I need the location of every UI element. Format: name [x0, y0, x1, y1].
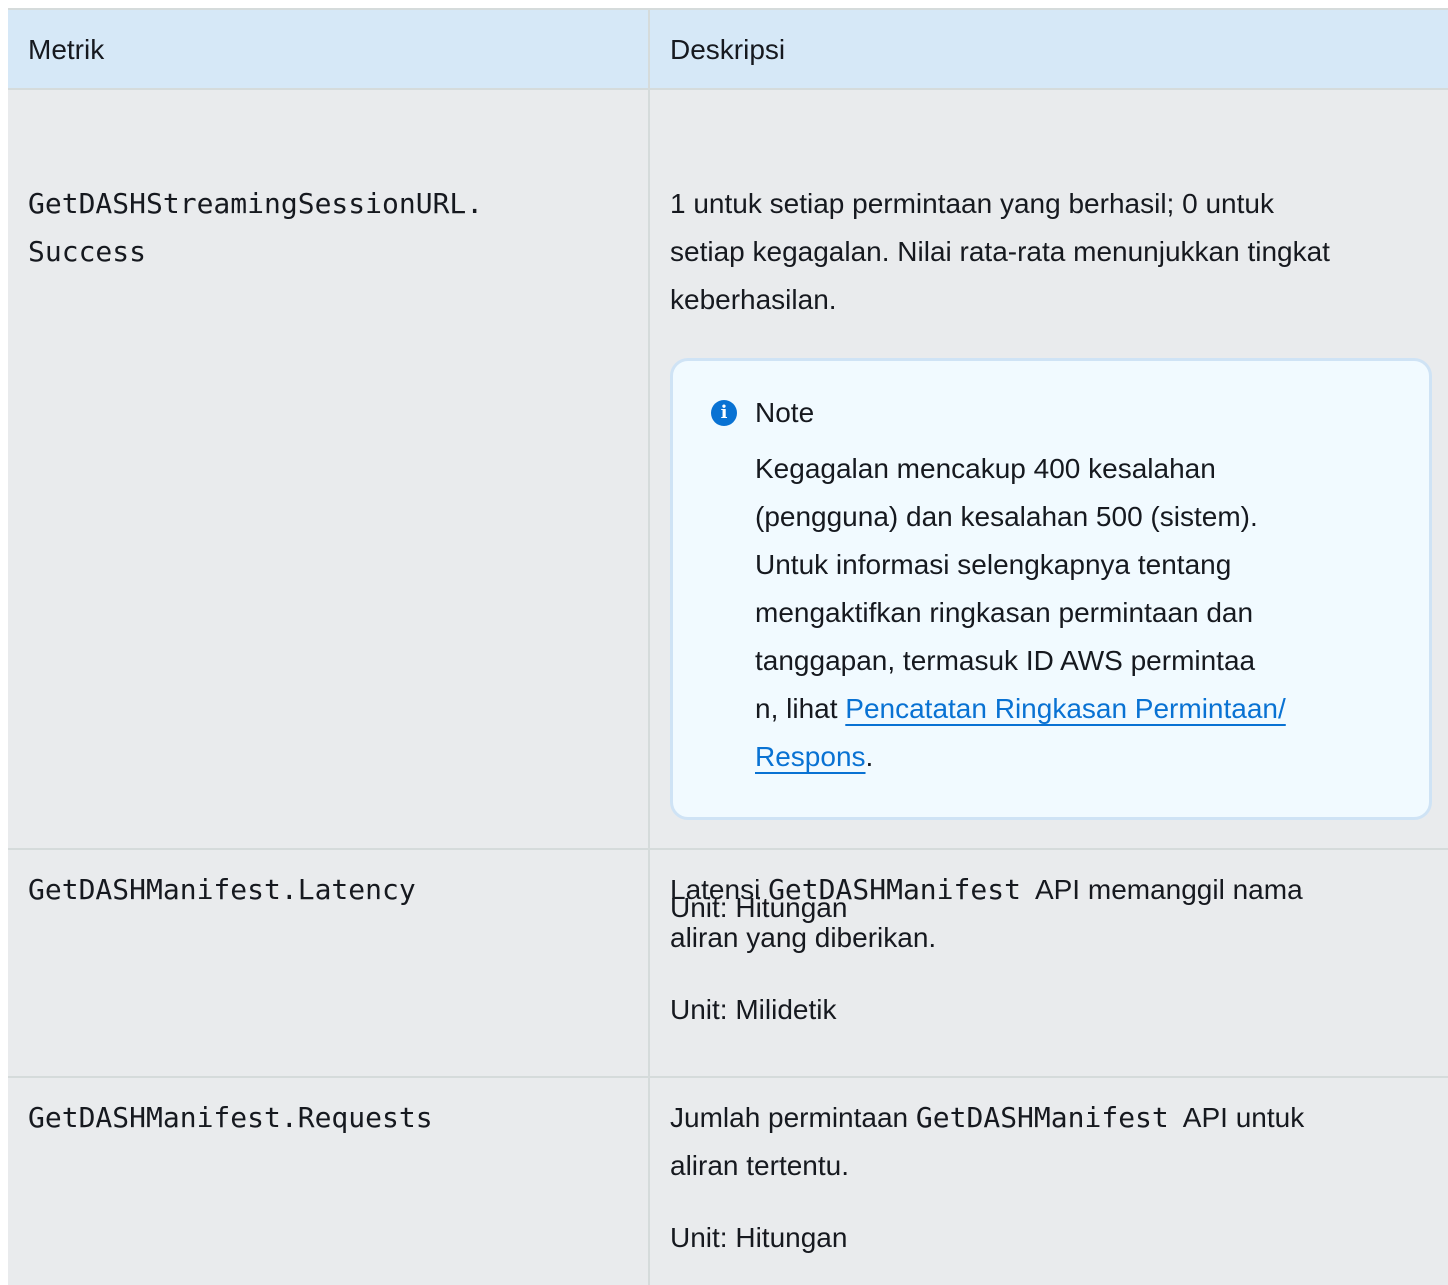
- description-line: aliran yang diberikan.: [670, 922, 937, 953]
- description-cell: 1 untuk setiap permintaan yang berhasil;…: [648, 90, 1448, 923]
- description-text: Jumlah permintaan GetDASHManifest API unt…: [670, 1078, 1428, 1190]
- table-row: GetDASHStreamingSessionURL. Success 1 un…: [8, 90, 1448, 923]
- request-summary-logging-link-continued[interactable]: Respons: [755, 741, 866, 772]
- metric-name: GetDASHManifest.Requests: [28, 1101, 433, 1134]
- metric-name: GetDASHStreamingSessionURL. Success: [28, 90, 628, 276]
- note-title: Note: [755, 397, 815, 428]
- note-text: .: [865, 741, 874, 772]
- description-text-part: API memanggil nama: [1034, 874, 1303, 905]
- metric-cell: GetDASHManifest.Requests: [8, 1078, 648, 1285]
- description-text-part: Jumlah permintaan: [670, 1102, 916, 1133]
- description-text: 1 untuk setiap permintaan yang berhasil;…: [670, 90, 1428, 324]
- column-header-metric: Metrik: [28, 34, 105, 65]
- metric-cell: GetDASHStreamingSessionURL. Success: [8, 90, 648, 848]
- description-text: Latensi GetDASHManifest API memanggil nam…: [670, 850, 1428, 962]
- description-text-part: API untuk: [1182, 1102, 1305, 1133]
- note-line: (pengguna) dan kesalahan 500 (sistem).: [755, 501, 1258, 532]
- description-line: Latensi GetDASHManifest API memanggil nam…: [670, 866, 1428, 914]
- note-line: Respons.: [755, 733, 1389, 781]
- metric-name: GetDASHManifest.Latency: [28, 873, 416, 906]
- request-summary-logging-link[interactable]: Pencatatan Ringkasan Permintaan/: [845, 693, 1286, 724]
- note-line: mengaktifkan ringkasan permintaan dan: [755, 597, 1254, 628]
- inline-code: GetDASHManifest: [915, 1101, 1169, 1134]
- note-line: Kegagalan mencakup 400 kesalahan: [755, 453, 1216, 484]
- inline-code: GetDASHManifest: [768, 873, 1021, 906]
- unit-label: Unit: Milidetik: [670, 994, 837, 1025]
- unit-label: Unit: Hitungan: [670, 1222, 848, 1253]
- note-text: n, lihat: [755, 693, 846, 724]
- description-line: setiap kegagalan. Nilai rata-rata menunj…: [670, 236, 1330, 267]
- note-line: tanggapan, termasuk ID AWS permintaa: [755, 645, 1256, 676]
- metric-name-line: Success: [28, 235, 147, 268]
- description-cell: Latensi GetDASHManifest API memanggil nam…: [648, 850, 1448, 1076]
- description-line: 1 untuk setiap permintaan yang berhasil;…: [670, 188, 1274, 219]
- description-text-part: Latensi: [670, 874, 769, 905]
- description-line: Jumlah permintaan GetDASHManifest API unt…: [670, 1094, 1428, 1142]
- column-header-description: Deskripsi: [648, 10, 1448, 88]
- note-header: i Note: [711, 391, 1389, 435]
- metric-cell: GetDASHManifest.Latency: [8, 850, 648, 1076]
- table-row: GetDASHManifest.Latency Latensi GetDASHM…: [8, 850, 1448, 1078]
- table-row: GetDASHManifest.Requests Jumlah perminta…: [8, 1078, 1448, 1285]
- table-header-row: Metrik Deskripsi: [8, 10, 1448, 90]
- metric-name-line: GetDASHStreamingSessionURL.: [28, 187, 484, 220]
- note-line: n, lihat Pencatatan Ringkasan Permintaan…: [755, 685, 1389, 733]
- note-box: i Note Kegagalan mencakup 400 kesalahan …: [670, 358, 1432, 820]
- note-line: Untuk informasi selengkapnya tentang: [755, 549, 1232, 580]
- description-line: keberhasilan.: [670, 284, 837, 315]
- description-line: aliran tertentu.: [670, 1150, 849, 1181]
- note-body: Kegagalan mencakup 400 kesalahan (penggu…: [711, 445, 1389, 781]
- info-icon: i: [711, 400, 737, 426]
- description-cell: Jumlah permintaan GetDASHManifest API unt…: [648, 1078, 1448, 1285]
- metrics-table: Metrik Deskripsi GetDASHStreamingSession…: [8, 8, 1448, 1285]
